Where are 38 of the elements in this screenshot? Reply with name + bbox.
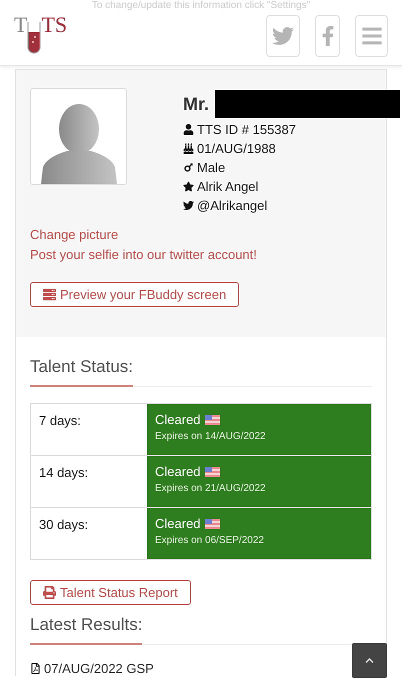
pdf-file-icon: [30, 663, 41, 674]
status-text: Cleared: [155, 412, 201, 427]
menu-icon: [360, 25, 382, 47]
server-icon: [43, 288, 56, 301]
profile-link[interactable]: Change picture: [30, 227, 372, 242]
user-icon: [183, 124, 194, 135]
male-icon: [183, 162, 194, 173]
birthday-icon: [183, 143, 194, 154]
flag-icon: [204, 414, 220, 424]
name-title: Mr.: [183, 94, 210, 114]
expiry-text: Expires on 06/SEP/2022: [155, 535, 265, 546]
status-text: Cleared: [155, 464, 201, 479]
section-heading: Talent Status:: [30, 357, 134, 387]
profile-detail: 01/AUG/1988: [197, 141, 276, 156]
facebook-button[interactable]: [315, 15, 340, 57]
star-icon: [183, 181, 194, 192]
profile-detail: Alrik Angel: [197, 179, 258, 194]
preview-button[interactable]: Preview your FBuddy screen: [30, 282, 240, 307]
profile-detail: @Alrikangel: [197, 198, 268, 213]
flag-icon: [204, 466, 220, 476]
profile-detail: Male: [197, 160, 226, 175]
flag-icon: [204, 518, 220, 528]
logo: T TS: [14, 12, 68, 62]
expiry-text: Expires on 21/AUG/2022: [155, 483, 267, 494]
report-button[interactable]: Talent Status Report: [30, 580, 191, 605]
scroll-top-button[interactable]: [352, 643, 387, 678]
twitter-button[interactable]: [266, 15, 300, 57]
twitter-bird-icon: [272, 25, 294, 47]
section-heading: Latest Results:: [30, 615, 142, 645]
expiry-text: Expires on 14/AUG/2022: [155, 431, 267, 442]
printer-icon: [43, 586, 56, 599]
twitter-icon: [183, 200, 194, 211]
status-text: Cleared: [155, 516, 201, 531]
result-link[interactable]: 07/AUG/2022 GSP: [44, 661, 154, 676]
chevron-up-icon: [365, 656, 374, 665]
menu-button[interactable]: [355, 15, 388, 57]
profile-link[interactable]: Post your selfie into our twitter account!: [30, 247, 372, 262]
profile-detail: TTS ID # 155387: [197, 122, 296, 137]
